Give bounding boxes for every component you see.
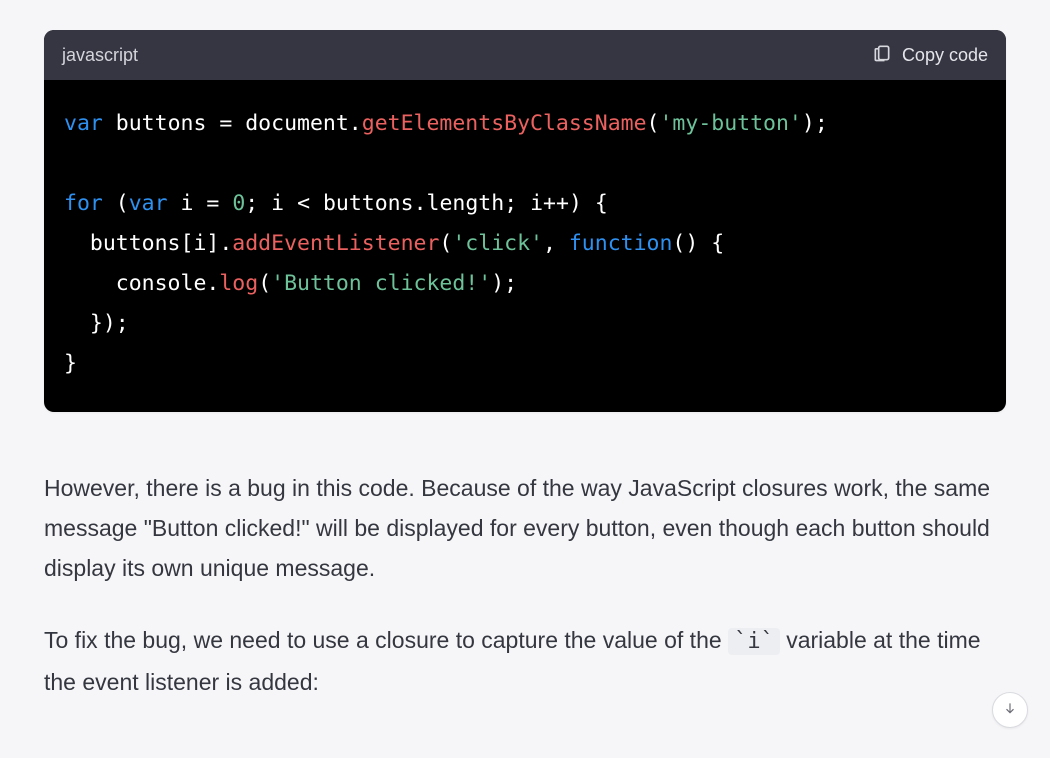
paragraph: To fix the bug, we need to use a closure… (44, 620, 996, 702)
scroll-down-button[interactable] (992, 692, 1028, 728)
article-content: javascript Copy code var buttons = docum… (0, 0, 1050, 702)
inline-code: `i` (728, 628, 780, 655)
code-body[interactable]: var buttons = document.getElementsByClas… (44, 80, 1006, 412)
copy-code-button[interactable]: Copy code (872, 42, 988, 69)
code-block-header: javascript Copy code (44, 30, 1006, 80)
clipboard-icon (872, 42, 892, 69)
code-language-label: javascript (62, 45, 138, 66)
prose-section: However, there is a bug in this code. Be… (44, 468, 1006, 702)
text-run: To fix the bug, we need to use a closure… (44, 627, 728, 653)
copy-code-label: Copy code (902, 45, 988, 66)
paragraph: However, there is a bug in this code. Be… (44, 468, 996, 588)
arrow-down-icon (1003, 701, 1017, 720)
code-block: javascript Copy code var buttons = docum… (44, 30, 1006, 412)
